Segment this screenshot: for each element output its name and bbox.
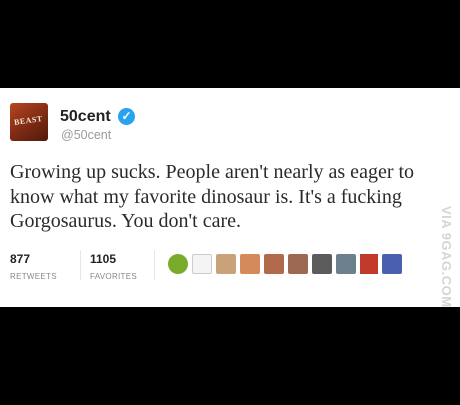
- favoriter-avatar[interactable]: [336, 254, 356, 274]
- author-avatar[interactable]: BEAST: [10, 103, 48, 141]
- favoriter-avatar[interactable]: [312, 254, 332, 274]
- watermark: VIA 9GAG.COM: [439, 206, 454, 308]
- favoriter-avatar[interactable]: [360, 254, 378, 274]
- favoriter-avatar[interactable]: [216, 254, 236, 274]
- author-name[interactable]: 50cent: [60, 108, 111, 126]
- stat-divider: [154, 250, 155, 280]
- favoriter-avatar[interactable]: [168, 254, 188, 274]
- favoriter-avatar[interactable]: [240, 254, 260, 274]
- favoriter-avatar[interactable]: [288, 254, 308, 274]
- tweet-card: BEAST 50cent ✓ @50cent Growing up sucks.…: [0, 88, 460, 308]
- tweet-text: Growing up sucks. People aren't nearly a…: [10, 161, 415, 232]
- retweets-count: 877: [10, 252, 31, 266]
- favoriter-avatar[interactable]: [192, 254, 212, 274]
- favoriter-avatar[interactable]: [264, 254, 284, 274]
- retweets-stat[interactable]: 877 RETWEETS: [10, 252, 57, 281]
- verified-icon: ✓: [118, 108, 135, 125]
- avatar-text: BEAST: [13, 114, 44, 127]
- favoriter-avatar[interactable]: [382, 254, 402, 274]
- favorites-stat[interactable]: 1105 FAVORITES: [90, 252, 137, 281]
- stat-divider: [80, 250, 81, 280]
- author-handle[interactable]: @50cent: [61, 128, 111, 142]
- retweets-label: RETWEETS: [10, 272, 57, 281]
- favorites-label: FAVORITES: [90, 272, 138, 281]
- favorites-count: 1105: [90, 252, 117, 266]
